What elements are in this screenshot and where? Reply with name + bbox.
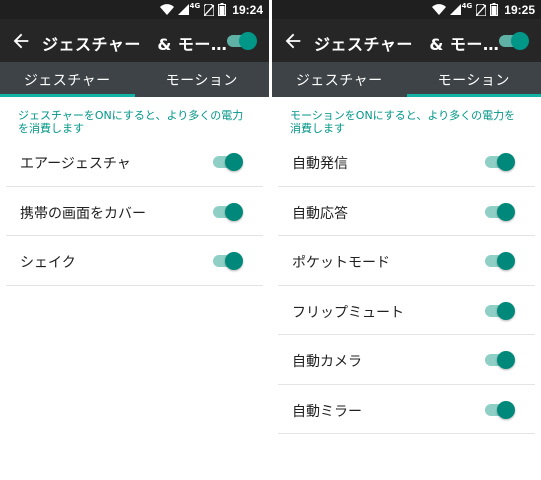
- tab-gesture[interactable]: ジェスチャー: [0, 62, 135, 97]
- setting-label: 自動ミラー: [292, 403, 362, 420]
- setting-pocket-mode[interactable]: ポケットモード: [278, 236, 535, 286]
- setting-auto-mirror[interactable]: 自動ミラー: [278, 385, 535, 434]
- wifi-icon: [431, 4, 446, 15]
- app-toolbar: ジェスチャー & モー…: [0, 19, 269, 62]
- setting-flip-mute[interactable]: フリップミュート: [278, 286, 535, 335]
- setting-label: シェイク: [20, 255, 76, 271]
- tab-bar: ジェスチャー モーション: [272, 62, 541, 97]
- settings-list: エアージェスチャ 携帯の画面をカバー シェイク: [6, 137, 263, 286]
- page-title: ジェスチャー & モー…: [314, 35, 500, 54]
- motion-screen: 4G 19:25 ジェスチャー & モー… ジェスチャー モーション モーション…: [272, 0, 541, 480]
- setting-label: ポケットモード: [292, 255, 390, 271]
- arrow-back-icon[interactable]: [282, 30, 304, 52]
- toggle-switch[interactable]: [485, 400, 515, 419]
- toggle-switch[interactable]: [485, 252, 515, 270]
- tab-motion[interactable]: モーション: [135, 62, 270, 97]
- setting-cover-screen[interactable]: 携帯の画面をカバー: [6, 187, 263, 236]
- battery-icon: [218, 3, 227, 16]
- toggle-switch[interactable]: [485, 153, 515, 171]
- status-clock: 19:25: [504, 2, 535, 17]
- setting-shake[interactable]: シェイク: [6, 236, 263, 286]
- gesture-screen: 4G 19:24 ジェスチャー & モー… ジェスチャー モーション ジェスチャ…: [0, 0, 269, 480]
- status-bar: 4G 19:25: [272, 0, 541, 19]
- network-type-label: 4G: [461, 1, 473, 10]
- app-toolbar: ジェスチャー & モー…: [272, 19, 541, 62]
- no-sim-icon: [204, 3, 215, 16]
- cell-signal-icon: [177, 4, 189, 15]
- setting-label: 自動応答: [292, 205, 348, 222]
- no-sim-icon: [476, 3, 487, 16]
- settings-content: ジェスチャーをONにすると、より多くの電力を消費します エアージェスチャ 携帯の…: [0, 97, 269, 286]
- power-warning-text: モーションをONにすると、より多くの電力を消費します: [290, 109, 516, 135]
- status-bar: 4G 19:24: [0, 0, 269, 19]
- tab-bar: ジェスチャー モーション: [0, 62, 269, 97]
- cell-signal-icon: [449, 4, 461, 15]
- toggle-thumb: [511, 32, 529, 50]
- network-type-label: 4G: [189, 1, 201, 10]
- settings-list: 自動発信 自動応答 ポケットモード フリップミュート 自動カメラ 自動ミラー: [278, 137, 535, 434]
- status-clock: 19:24: [232, 2, 263, 17]
- setting-auto-answer[interactable]: 自動応答: [278, 187, 535, 236]
- master-toggle[interactable]: [227, 32, 257, 50]
- settings-content: モーションをONにすると、より多くの電力を消費します 自動発信 自動応答 ポケッ…: [272, 97, 541, 434]
- setting-label: エアージェスチャ: [20, 156, 131, 172]
- toggle-switch[interactable]: [213, 202, 243, 221]
- wifi-icon: [159, 4, 174, 15]
- arrow-back-icon[interactable]: [10, 30, 32, 52]
- toggle-switch[interactable]: [485, 301, 515, 320]
- power-warning-text: ジェスチャーをONにすると、より多くの電力を消費します: [18, 109, 244, 135]
- setting-auto-call[interactable]: 自動発信: [278, 137, 535, 187]
- master-toggle[interactable]: [499, 32, 529, 50]
- tab-gesture[interactable]: ジェスチャー: [272, 62, 407, 97]
- toggle-switch[interactable]: [485, 202, 515, 221]
- setting-air-gesture[interactable]: エアージェスチャ: [6, 137, 263, 187]
- setting-auto-camera[interactable]: 自動カメラ: [278, 335, 535, 385]
- toggle-switch[interactable]: [213, 153, 243, 171]
- setting-label: 携帯の画面をカバー: [20, 205, 146, 222]
- setting-label: フリップミュート: [292, 304, 404, 321]
- toggle-thumb: [239, 32, 257, 50]
- setting-label: 自動発信: [292, 156, 348, 172]
- setting-label: 自動カメラ: [292, 354, 362, 370]
- tab-motion[interactable]: モーション: [406, 62, 541, 97]
- toggle-switch[interactable]: [213, 252, 243, 270]
- toggle-switch[interactable]: [485, 351, 515, 369]
- battery-icon: [490, 3, 499, 16]
- page-title: ジェスチャー & モー…: [42, 35, 228, 54]
